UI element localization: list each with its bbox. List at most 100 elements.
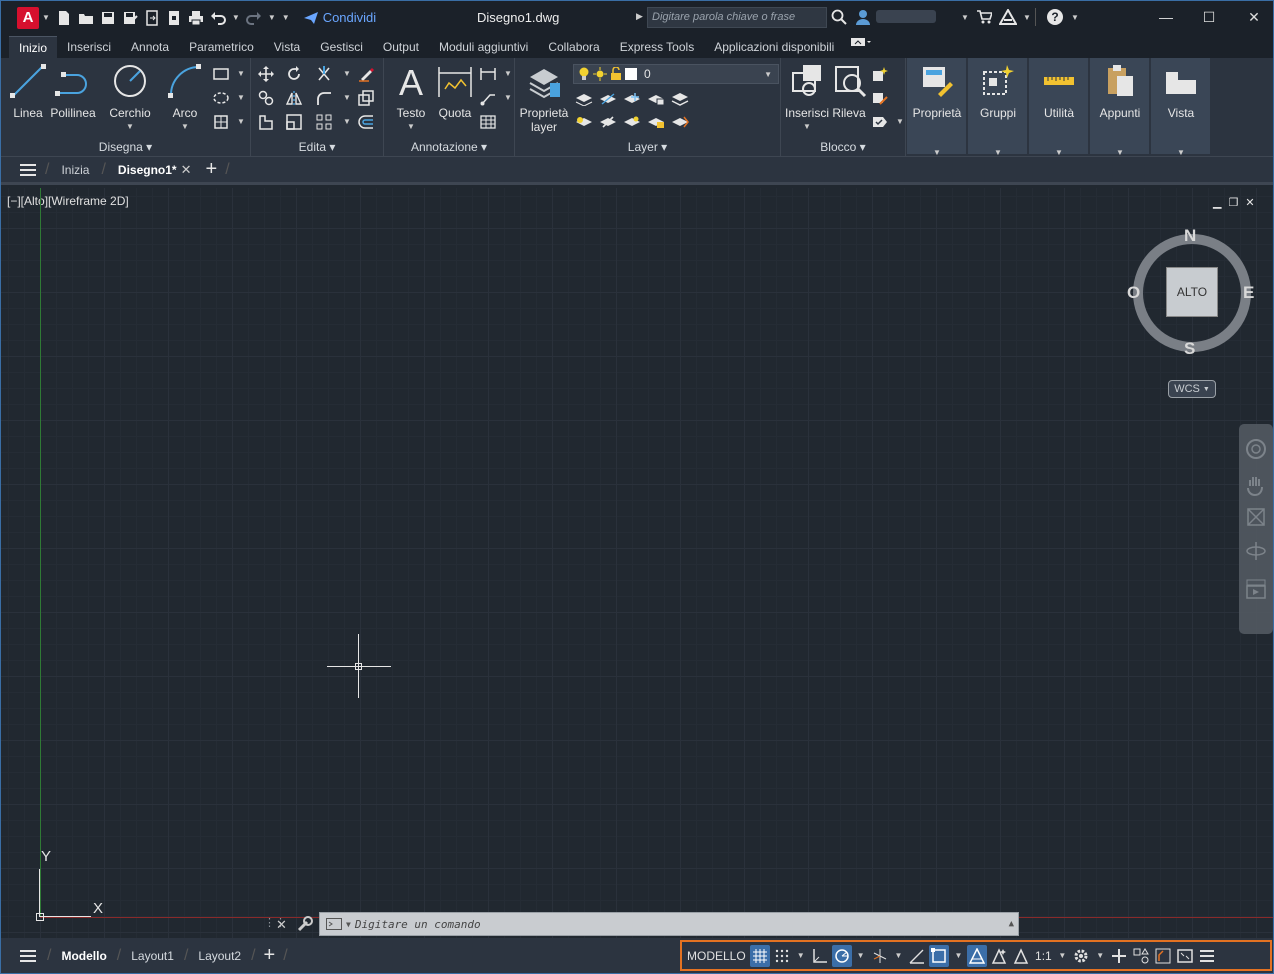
tab-layout1[interactable]: Layout1 xyxy=(121,949,184,963)
snap-mode-icon[interactable] xyxy=(772,945,792,967)
panel-modify-title[interactable]: Edita ▾ xyxy=(251,140,383,154)
pan-icon[interactable] xyxy=(1245,474,1267,496)
hatch-icon[interactable] xyxy=(212,89,230,107)
tab-home[interactable]: Inizio xyxy=(9,36,58,58)
annotation-scale-value[interactable]: 1:1 xyxy=(1033,945,1053,967)
customize-toolbar-icon[interactable]: ▼ xyxy=(282,13,290,22)
share-button[interactable]: Condividi xyxy=(303,10,376,25)
isodraft-icon[interactable] xyxy=(870,945,890,967)
app-logo[interactable]: A xyxy=(17,6,39,29)
tab-layout2[interactable]: Layout2 xyxy=(188,949,251,963)
layer-properties-button[interactable]: Proprietà layer xyxy=(518,60,570,134)
isodraft-dropdown-icon[interactable]: ▼ xyxy=(895,951,903,960)
stretch-icon[interactable] xyxy=(257,113,275,131)
polar-tracking-icon[interactable] xyxy=(831,944,852,967)
tab-annotate[interactable]: Annota xyxy=(121,36,179,58)
new-layout-plus-icon[interactable]: + xyxy=(264,944,276,967)
dimension-button[interactable]: Quota xyxy=(434,60,476,120)
object-snap-icon[interactable] xyxy=(929,944,950,967)
layer-isolate-icon[interactable] xyxy=(599,90,617,108)
compass-east[interactable]: E xyxy=(1243,283,1254,303)
ucs-menu-button[interactable]: WCS ▼ xyxy=(1168,380,1216,398)
redo-dropdown-icon[interactable]: ▼ xyxy=(268,13,276,22)
tab-drawing1[interactable]: Disegno1* xyxy=(106,163,181,177)
text-button[interactable]: A Testo ▼ xyxy=(390,60,432,134)
circle-button[interactable]: Cerchio ▼ xyxy=(106,60,154,134)
arc-dropdown-icon[interactable]: ▼ xyxy=(167,120,203,134)
minimize-button[interactable]: — xyxy=(1151,7,1181,27)
object-snap-tracking-icon[interactable] xyxy=(907,945,927,967)
copy-icon[interactable] xyxy=(257,89,275,107)
compass-north[interactable]: N xyxy=(1184,226,1196,246)
move-icon[interactable] xyxy=(257,65,275,83)
panel-block-title[interactable]: Blocco ▾ xyxy=(781,140,905,154)
dimension-dropdown-icon[interactable]: ▼ xyxy=(504,69,512,78)
rectangle-dropdown-icon[interactable]: ▼ xyxy=(237,69,245,78)
model-space-button[interactable]: MODELLO xyxy=(685,945,748,967)
quick-properties-icon[interactable] xyxy=(1153,945,1173,967)
mirror-icon[interactable] xyxy=(285,89,303,107)
attribute-icon[interactable] xyxy=(871,113,889,131)
user-icon[interactable] xyxy=(855,9,871,25)
cart-icon[interactable] xyxy=(976,9,992,25)
snap-dropdown-icon[interactable]: ▼ xyxy=(797,951,805,960)
arc-button[interactable]: Arco ▼ xyxy=(164,60,206,134)
viewport-close-icon[interactable]: ✕ xyxy=(1245,196,1254,209)
linear-dimension-icon[interactable] xyxy=(479,65,497,83)
insert-block-button[interactable]: Inserisci ▼ xyxy=(784,60,830,134)
app-menu-caret-icon[interactable]: ▼ xyxy=(42,13,50,22)
zoom-extents-icon[interactable] xyxy=(1245,506,1267,528)
object-snap-dropdown-icon[interactable]: ▼ xyxy=(954,951,962,960)
layer-match-icon[interactable] xyxy=(671,90,689,108)
scale-dropdown-icon[interactable]: ▼ xyxy=(1058,951,1066,960)
ribbon-minimize-button[interactable] xyxy=(844,36,878,58)
tab-insert[interactable]: Inserisci xyxy=(57,36,121,58)
open-folder-icon[interactable] xyxy=(75,7,97,29)
close-tab-icon[interactable]: ✕ xyxy=(181,162,192,178)
tab-featured-apps[interactable]: Applicazioni disponibili xyxy=(704,36,844,58)
layer-off-icon[interactable] xyxy=(575,90,593,108)
tab-manage[interactable]: Gestisci xyxy=(310,36,373,58)
showmotion-icon[interactable] xyxy=(1245,578,1267,600)
viewport-minimize-icon[interactable]: ▁ xyxy=(1213,196,1221,209)
panel-annotation-title[interactable]: Annotazione ▾ xyxy=(384,140,514,154)
panel-draw-title[interactable]: Disegna ▾ xyxy=(1,140,250,154)
compass-west[interactable]: O xyxy=(1127,283,1140,303)
search-expand-icon[interactable]: ▶ xyxy=(636,11,643,22)
trim-icon[interactable] xyxy=(315,65,333,83)
customize-status-menu-icon[interactable] xyxy=(1197,945,1217,967)
layer-dropdown[interactable]: 0 ▼ xyxy=(573,64,779,84)
new-tab-plus-icon[interactable]: + xyxy=(206,158,218,181)
new-file-icon[interactable] xyxy=(53,7,75,29)
tab-model[interactable]: Modello xyxy=(51,949,116,963)
tab-express-tools[interactable]: Express Tools xyxy=(610,36,704,58)
auto-scale-icon[interactable] xyxy=(989,945,1009,967)
panel-clipboard-collapsed[interactable]: Appunti ▼ xyxy=(1090,58,1150,157)
layer-freeze-icon[interactable] xyxy=(623,90,641,108)
panel-view-collapsed[interactable]: Vista ▼ xyxy=(1151,58,1211,157)
layer-make-current-icon[interactable] xyxy=(575,113,593,131)
text-dropdown-icon[interactable]: ▼ xyxy=(393,120,429,134)
compass-south[interactable]: S xyxy=(1184,339,1195,359)
detect-button[interactable]: Rileva xyxy=(829,60,869,120)
save-as-icon[interactable] xyxy=(119,7,141,29)
close-button[interactable]: ✕ xyxy=(1239,7,1269,27)
steering-wheel-icon[interactable] xyxy=(1245,438,1267,460)
fillet-dropdown-icon[interactable]: ▼ xyxy=(343,93,351,102)
command-history-caret-icon[interactable]: ▼ xyxy=(346,920,351,929)
maximize-button[interactable]: ☐ xyxy=(1194,7,1224,27)
viewcube[interactable]: N S E O ALTO xyxy=(1127,226,1255,358)
user-dropdown-icon[interactable]: ▼ xyxy=(961,13,969,22)
tab-view[interactable]: Vista xyxy=(264,36,310,58)
fillet-icon[interactable] xyxy=(315,89,333,107)
fullscreen-icon[interactable] xyxy=(1175,945,1195,967)
hatch-dropdown-icon[interactable]: ▼ xyxy=(237,93,245,102)
viewport-controls-label[interactable]: [−][Alto][Wireframe 2D] xyxy=(7,194,129,208)
layout-tabs-menu-icon[interactable] xyxy=(19,949,37,963)
workspace-gear-icon[interactable] xyxy=(1071,945,1091,967)
erase-icon[interactable] xyxy=(357,65,375,83)
search-icon[interactable] xyxy=(831,9,847,25)
layer-unlock-all-icon[interactable] xyxy=(647,113,665,131)
export-icon[interactable] xyxy=(163,7,185,29)
panel-properties-collapsed[interactable]: Proprietà ▼ xyxy=(907,58,967,157)
